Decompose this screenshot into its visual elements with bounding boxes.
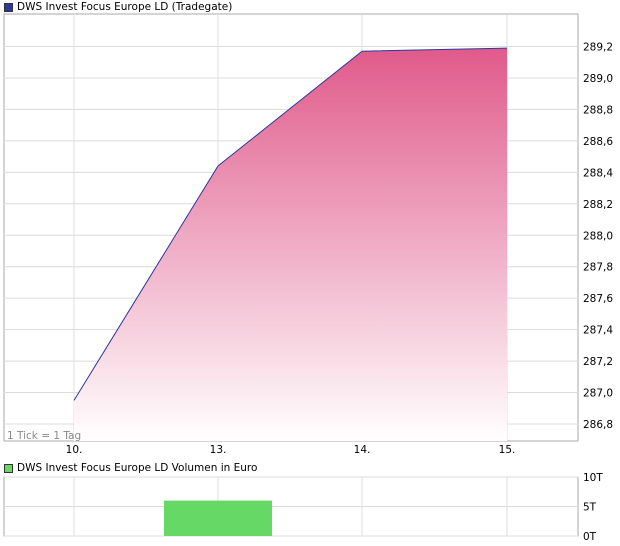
volume-y-tick-label: 10T [583, 472, 603, 484]
price-y-tick-label: 288,2 [583, 199, 613, 211]
price-y-axis: 286,8 287,0 287,2 287,4 287,6 287,8 288,0 288,2… [583, 42, 613, 432]
volume-plot: 0T 5T 10T [3, 472, 603, 543]
price-y-tick-label: 287,8 [583, 262, 613, 274]
price-x-tick-label: 15. [499, 444, 516, 456]
volume-bar [164, 500, 272, 536]
price-y-tick-label: 288,4 [583, 167, 613, 179]
price-plot: 1 Tick = 1 Tag 286,8 287,0 287,2 287,4 287,6… [3, 13, 613, 456]
volume-y-tick-label: 0T [583, 531, 597, 543]
price-y-tick-label: 288,6 [583, 136, 613, 148]
volume-y-tick-label: 5T [583, 502, 597, 514]
price-y-tick-label: 288,0 [583, 230, 613, 242]
price-y-tick-label: 286,8 [583, 419, 613, 431]
price-y-tick-label: 289,0 [583, 73, 613, 85]
price-y-tick-label: 288,8 [583, 104, 613, 116]
price-y-tick-label: 289,2 [583, 42, 613, 54]
volume-bars [164, 500, 272, 536]
price-y-tick-label: 287,4 [583, 325, 613, 337]
tick-note: 1 Tick = 1 Tag [7, 430, 81, 442]
volume-y-axis: 0T 5T 10T [583, 472, 603, 543]
price-x-axis: 10. 13. 14. 15. [66, 444, 516, 456]
price-x-tick-label: 13. [210, 444, 227, 456]
price-y-tick-label: 287,2 [583, 356, 613, 368]
chart-canvas: 1 Tick = 1 Tag 286,8 287,0 287,2 287,4 287,6… [3, 13, 613, 543]
price-x-tick-label: 10. [66, 444, 83, 456]
price-y-tick-label: 287,6 [583, 293, 613, 305]
price-y-tick-label: 287,0 [583, 388, 613, 400]
price-x-tick-label: 14. [354, 444, 371, 456]
